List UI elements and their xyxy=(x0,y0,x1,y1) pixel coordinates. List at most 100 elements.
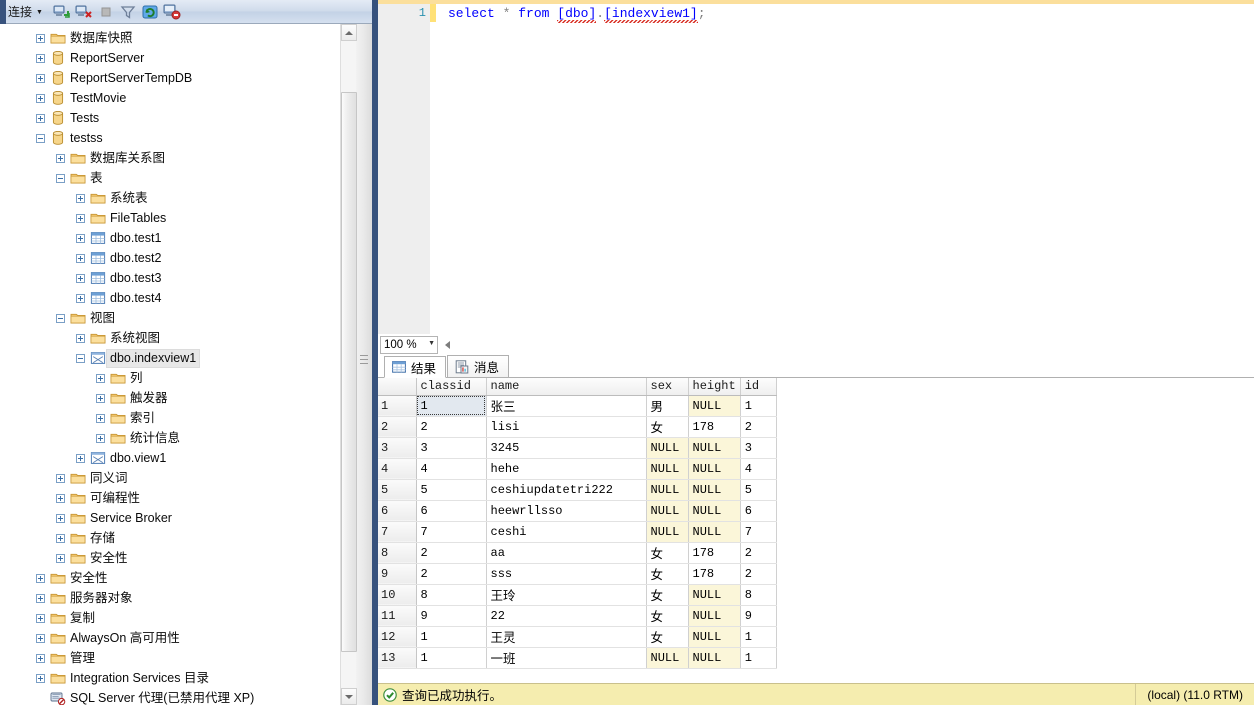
expand-icon[interactable] xyxy=(56,533,65,543)
expand-icon[interactable] xyxy=(56,493,65,503)
expand-icon[interactable] xyxy=(76,253,85,263)
table-row[interactable]: 7 7 ceshi NULL NULL 7 xyxy=(378,521,777,543)
collapse-icon[interactable] xyxy=(36,133,45,143)
tree-item-21[interactable]: dbo.view1 xyxy=(0,448,356,468)
expand-icon[interactable] xyxy=(36,33,45,43)
results-grid[interactable]: classid name sex height id 1 1 张三男 NULL 1 2 2 lisi 女… xyxy=(378,378,777,669)
expand-icon[interactable] xyxy=(76,293,85,303)
cell-sex[interactable]: 女 xyxy=(646,563,689,585)
cell-height[interactable]: NULL xyxy=(688,584,741,606)
table-row[interactable]: 2 2 lisi 女 178 2 xyxy=(378,416,777,438)
collapse-icon[interactable] xyxy=(76,353,85,363)
cell-name[interactable]: ceshiupdatetri222 xyxy=(486,479,647,501)
tree-item-16[interactable]: dbo.indexview1 xyxy=(0,348,356,368)
cell-classid[interactable]: 2 xyxy=(416,416,487,438)
cell-classid[interactable]: 5 xyxy=(416,479,487,501)
cell-classid[interactable]: 1 xyxy=(416,626,487,648)
disconnect-all-icon[interactable] xyxy=(162,2,182,22)
expand-icon[interactable] xyxy=(96,393,105,403)
cell-id[interactable]: 9 xyxy=(740,605,777,627)
tree-item-6[interactable]: 数据库关系图 xyxy=(0,148,356,168)
cell-classid[interactable]: 6 xyxy=(416,500,487,522)
cell-height[interactable]: NULL xyxy=(688,395,741,417)
expand-icon[interactable] xyxy=(76,453,85,463)
cell-name[interactable]: hehe xyxy=(486,458,647,480)
tree-item-27[interactable]: 安全性 xyxy=(0,568,356,588)
cell-sex[interactable]: NULL xyxy=(646,437,689,459)
cell-id[interactable]: 5 xyxy=(740,479,777,501)
expand-icon[interactable] xyxy=(36,573,45,583)
cell-id[interactable]: 2 xyxy=(740,563,777,585)
column-header-name[interactable]: name xyxy=(486,378,647,396)
cell-sex[interactable]: 女 xyxy=(646,416,689,438)
cell-height[interactable]: 178 xyxy=(688,563,741,585)
cell-id[interactable]: 3 xyxy=(740,437,777,459)
column-header-id[interactable]: id xyxy=(740,378,777,396)
expand-icon[interactable] xyxy=(56,153,65,163)
row-number-cell[interactable]: 6 xyxy=(378,500,417,522)
cell-classid[interactable]: 8 xyxy=(416,584,487,606)
expand-icon[interactable] xyxy=(76,273,85,283)
cell-id[interactable]: 2 xyxy=(740,542,777,564)
cell-sex[interactable]: 女 xyxy=(646,605,689,627)
cell-height[interactable]: NULL xyxy=(688,521,741,543)
row-number-cell[interactable]: 10 xyxy=(378,584,417,606)
table-row[interactable]: 3 3 3245 NULL NULL 3 xyxy=(378,437,777,459)
zoom-level-combobox[interactable]: 100 % ▼ xyxy=(380,335,438,354)
tree-item-0[interactable]: 数据库快照 xyxy=(0,28,356,48)
expand-icon[interactable] xyxy=(36,93,45,103)
cell-id[interactable]: 2 xyxy=(740,416,777,438)
tree-item-17[interactable]: 列 xyxy=(0,368,356,388)
row-number-cell[interactable]: 8 xyxy=(378,542,417,564)
cell-name[interactable]: 王玲 xyxy=(486,584,647,606)
expand-icon[interactable] xyxy=(36,113,45,123)
row-number-cell[interactable]: 3 xyxy=(378,437,417,459)
tree-item-25[interactable]: 存储 xyxy=(0,528,356,548)
cell-classid[interactable]: 4 xyxy=(416,458,487,480)
cell-name[interactable]: sss xyxy=(486,563,647,585)
cell-height[interactable]: NULL xyxy=(688,605,741,627)
expand-icon[interactable] xyxy=(36,673,45,683)
cell-sex[interactable]: 女 xyxy=(646,626,689,648)
tree-item-8[interactable]: 系统表 xyxy=(0,188,356,208)
cell-height[interactable]: NULL xyxy=(688,647,741,669)
expand-icon[interactable] xyxy=(56,513,65,523)
table-row[interactable]: 6 6 heewrllsso NULL NULL 6 xyxy=(378,500,777,522)
cell-height[interactable]: NULL xyxy=(688,500,741,522)
table-row[interactable]: 9 2 sss 女 178 2 xyxy=(378,563,777,585)
cell-classid[interactable]: 2 xyxy=(416,542,487,564)
results-tab-0[interactable]: 结果 xyxy=(384,356,447,378)
cell-name[interactable]: 3245 xyxy=(486,437,647,459)
table-row[interactable]: 8 2 aa 女 178 2 xyxy=(378,542,777,564)
cell-sex[interactable]: NULL xyxy=(646,500,689,522)
tree-item-26[interactable]: 安全性 xyxy=(0,548,356,568)
cell-id[interactable]: 1 xyxy=(740,626,777,648)
row-number-cell[interactable]: 12 xyxy=(378,626,417,648)
horizontal-scroll-left-arrow-icon[interactable] xyxy=(445,340,450,349)
tree-item-5[interactable]: testss xyxy=(0,128,356,148)
table-row[interactable]: 1 1 张三男 NULL 1 xyxy=(378,395,777,417)
cell-sex[interactable]: NULL xyxy=(646,479,689,501)
tree-item-18[interactable]: 触发器 xyxy=(0,388,356,408)
cell-id[interactable]: 4 xyxy=(740,458,777,480)
expand-icon[interactable] xyxy=(36,613,45,623)
tree-item-7[interactable]: 表 xyxy=(0,168,356,188)
tree-item-22[interactable]: 同义词 xyxy=(0,468,356,488)
cell-height[interactable]: NULL xyxy=(688,626,741,648)
cell-height[interactable]: NULL xyxy=(688,458,741,480)
cell-name[interactable]: 王灵 xyxy=(486,626,647,648)
row-number-cell[interactable]: 2 xyxy=(378,416,417,438)
row-number-cell[interactable]: 9 xyxy=(378,563,417,585)
expand-icon[interactable] xyxy=(36,633,45,643)
scrollbar-thumb[interactable] xyxy=(341,92,357,652)
table-row[interactable]: 13 1 一班 NULL NULL 1 xyxy=(378,647,777,669)
tree-item-2[interactable]: ReportServerTempDB xyxy=(0,68,356,88)
cell-id[interactable]: 7 xyxy=(740,521,777,543)
cell-name[interactable]: heewrllsso xyxy=(486,500,647,522)
tree-item-12[interactable]: dbo.test3 xyxy=(0,268,356,288)
object-explorer-vertical-scrollbar[interactable] xyxy=(340,24,357,705)
tree-item-29[interactable]: 复制 xyxy=(0,608,356,628)
cell-classid[interactable]: 1 xyxy=(416,395,487,417)
results-grid-body[interactable]: 1 1 张三男 NULL 1 2 2 lisi 女 178 2 3 3 3245 NULL NULL 3 4 4 he… xyxy=(378,395,777,669)
editor-line-1[interactable]: 1 select * from [dbo] .[indexview1]; xyxy=(378,4,1254,23)
